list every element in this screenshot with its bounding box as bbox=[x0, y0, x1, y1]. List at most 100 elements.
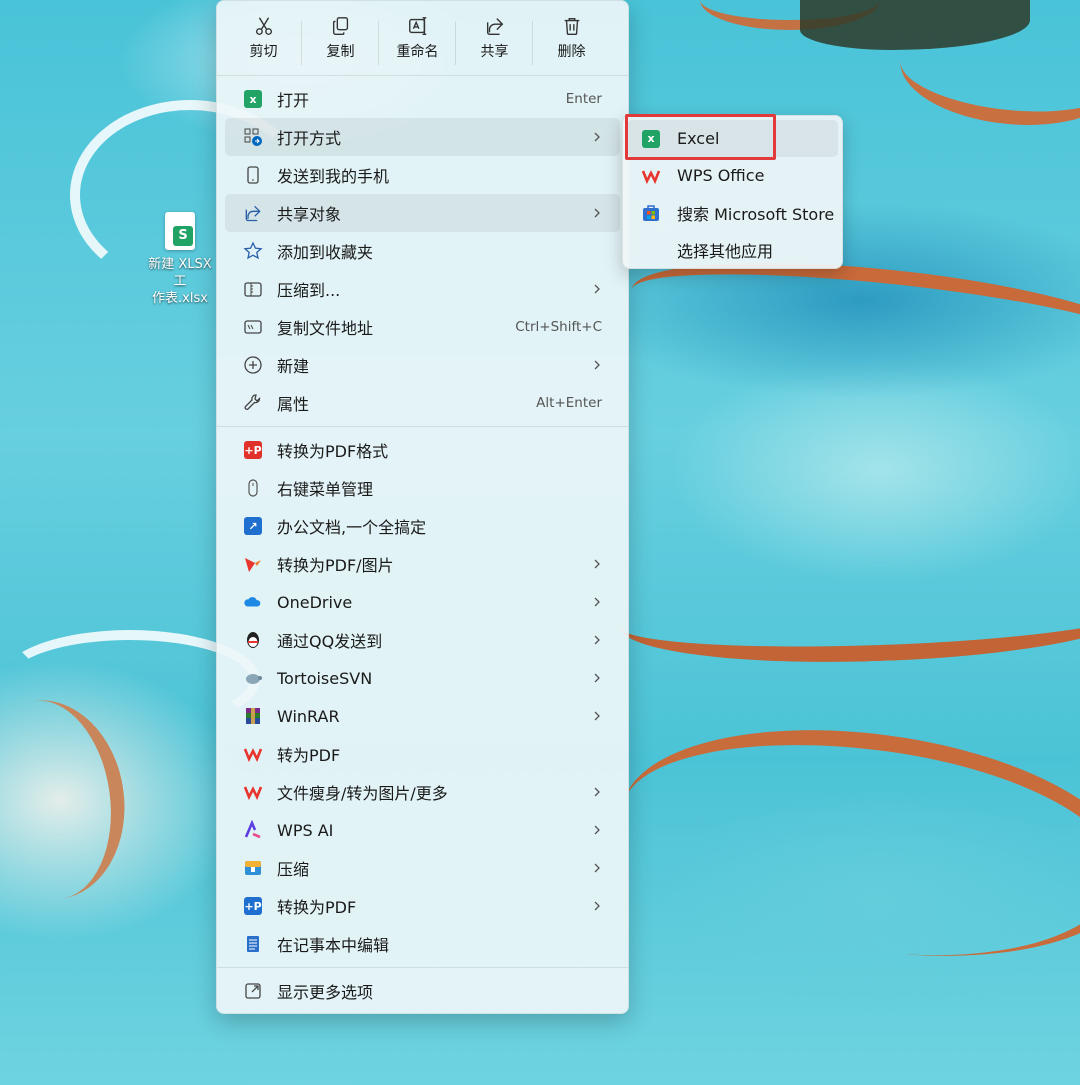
submenu-item-microsoft-store[interactable]: 搜索 Microsoft Store bbox=[627, 194, 838, 231]
open-with-icon bbox=[244, 128, 262, 146]
cut-icon bbox=[255, 17, 272, 35]
chevron-right-icon bbox=[594, 208, 600, 218]
menu-item-copy-path[interactable]: 复制文件地址 Ctrl+Shift+C bbox=[225, 308, 620, 346]
shortcut-label: Enter bbox=[565, 91, 602, 107]
star-icon bbox=[243, 241, 263, 260]
menu-item-open[interactable]: x 打开 Enter bbox=[225, 80, 620, 118]
menu-item-label: 转换为PDF bbox=[277, 898, 357, 917]
divider bbox=[217, 426, 628, 427]
menu-item-compress[interactable]: 压缩 bbox=[225, 849, 620, 887]
chevron-right-icon bbox=[594, 711, 600, 721]
menu-item-label: 属性 bbox=[277, 395, 310, 414]
shortcut-label: Ctrl+Shift+C bbox=[515, 319, 602, 335]
menu-item-winrar[interactable]: WinRAR bbox=[225, 697, 620, 735]
chevron-right-icon bbox=[594, 901, 600, 911]
menu-item-label: 添加到收藏夹 bbox=[277, 243, 374, 262]
phone-icon bbox=[247, 166, 259, 184]
menu-item-open-with[interactable]: 打开方式 bbox=[225, 118, 620, 156]
wps-icon bbox=[243, 748, 263, 763]
menu-item-send-via-qq[interactable]: 通过QQ发送到 bbox=[225, 621, 620, 659]
wrench-icon bbox=[244, 394, 261, 410]
path-icon bbox=[244, 320, 262, 334]
menu-item-wps-ai[interactable]: WPS AI bbox=[225, 811, 620, 849]
menu-item-new[interactable]: 新建 bbox=[225, 346, 620, 384]
chevron-right-icon bbox=[594, 825, 600, 835]
more-options-icon bbox=[245, 983, 261, 999]
desktop-file-label: 新建 XLSX 工 作表.xlsx bbox=[148, 257, 212, 306]
menu-item-label: 办公文档,一个全搞定 bbox=[277, 518, 427, 537]
share-icon bbox=[245, 205, 261, 222]
menu-item-label: 打开 bbox=[277, 91, 310, 110]
onedrive-icon bbox=[244, 597, 261, 607]
share-icon bbox=[486, 18, 503, 35]
menu-item-label: 转为PDF bbox=[277, 746, 341, 765]
chevron-right-icon bbox=[594, 132, 600, 142]
menu-item-share-with[interactable]: 共享对象 bbox=[225, 194, 620, 232]
chevron-right-icon bbox=[594, 284, 600, 294]
share-button[interactable]: 共享 bbox=[456, 13, 533, 71]
wps-icon bbox=[641, 169, 661, 184]
excel-icon: x bbox=[244, 90, 262, 108]
rename-button[interactable]: 重命名 bbox=[379, 13, 456, 71]
menu-item-tortoisesvn[interactable]: TortoiseSVN bbox=[225, 659, 620, 697]
menu-item-label: TortoiseSVN bbox=[277, 668, 373, 688]
menu-item-to-pdf[interactable]: 转为PDF bbox=[225, 735, 620, 773]
menu-item-label: 通过QQ发送到 bbox=[277, 632, 383, 651]
chevron-right-icon bbox=[594, 597, 600, 607]
menu-item-show-more-options[interactable]: 显示更多选项 bbox=[225, 972, 620, 1010]
menu-item-add-favorites[interactable]: 添加到收藏夹 bbox=[225, 232, 620, 270]
menu-item-convert-pdf-format[interactable]: +P 转换为PDF格式 bbox=[225, 431, 620, 469]
compress-icon bbox=[245, 861, 261, 875]
divider bbox=[217, 75, 628, 76]
chevron-right-icon bbox=[594, 360, 600, 370]
chevron-right-icon bbox=[594, 635, 600, 645]
chevron-right-icon bbox=[594, 863, 600, 873]
context-menu: 剪切 复制 重命名 共享 删除 x 打开 Enter 打开方式 发送到我的手机 bbox=[216, 0, 629, 1014]
menu-item-label: 压缩到... bbox=[277, 281, 341, 300]
menu-item-label: 压缩 bbox=[277, 860, 310, 879]
menu-item-properties[interactable]: 属性 Alt+Enter bbox=[225, 384, 620, 422]
notepad-icon bbox=[247, 936, 259, 952]
chevron-right-icon bbox=[594, 787, 600, 797]
rename-icon bbox=[408, 17, 426, 35]
menu-item-slim-file[interactable]: 文件瘦身/转为图片/更多 bbox=[225, 773, 620, 811]
menu-item-convert-pdf[interactable]: +P 转换为PDF bbox=[225, 887, 620, 925]
submenu-item-label: 搜索 Microsoft Store bbox=[677, 204, 835, 224]
menu-item-label: 打开方式 bbox=[277, 129, 342, 148]
bird-icon bbox=[245, 558, 261, 572]
winrar-icon bbox=[246, 708, 260, 724]
submenu-item-label: WPS Office bbox=[677, 166, 765, 185]
menu-item-label: OneDrive bbox=[277, 592, 353, 612]
delete-button[interactable]: 删除 bbox=[533, 13, 610, 71]
menu-item-convert-pdf-image[interactable]: 转换为PDF/图片 bbox=[225, 545, 620, 583]
menu-item-label: WPS AI bbox=[277, 820, 334, 840]
menu-item-edit-notepad[interactable]: 在记事本中编辑 bbox=[225, 925, 620, 963]
submenu-item-wps-office[interactable]: WPS Office bbox=[627, 157, 838, 194]
copy-icon bbox=[332, 17, 348, 35]
copy-label: 复制 bbox=[326, 44, 355, 60]
tortoise-icon bbox=[246, 674, 262, 684]
zip-folder-icon bbox=[244, 282, 262, 297]
pdf-convert-icon: +P bbox=[244, 441, 262, 459]
chevron-right-icon bbox=[594, 559, 600, 569]
menu-item-compress-to[interactable]: 压缩到... bbox=[225, 270, 620, 308]
cut-button[interactable]: 剪切 bbox=[225, 13, 302, 71]
desktop-file-xlsx[interactable]: S 新建 XLSX 工 作表.xlsx bbox=[140, 212, 220, 306]
wps-ai-icon bbox=[244, 820, 261, 839]
menu-item-context-menu-manager[interactable]: 右键菜单管理 bbox=[225, 469, 620, 507]
menu-item-send-to-phone[interactable]: 发送到我的手机 bbox=[225, 156, 620, 194]
submenu-item-choose-other-app[interactable]: 选择其他应用 bbox=[627, 231, 838, 268]
new-icon bbox=[244, 356, 262, 374]
cut-label: 剪切 bbox=[249, 44, 278, 60]
delete-label: 删除 bbox=[557, 44, 586, 60]
menu-item-onedrive[interactable]: OneDrive bbox=[225, 583, 620, 621]
menu-item-label: 显示更多选项 bbox=[277, 983, 374, 1002]
rename-label: 重命名 bbox=[396, 44, 439, 60]
copy-button[interactable]: 复制 bbox=[302, 13, 379, 71]
menu-item-label: 共享对象 bbox=[277, 205, 342, 224]
empty-icon-slot bbox=[641, 240, 661, 260]
menu-item-label: 文件瘦身/转为图片/更多 bbox=[277, 784, 448, 803]
menu-item-label: 转换为PDF/图片 bbox=[277, 556, 394, 575]
context-toolbar: 剪切 复制 重命名 共享 删除 bbox=[217, 1, 628, 71]
menu-item-office-docs[interactable]: ↗ 办公文档,一个全搞定 bbox=[225, 507, 620, 545]
